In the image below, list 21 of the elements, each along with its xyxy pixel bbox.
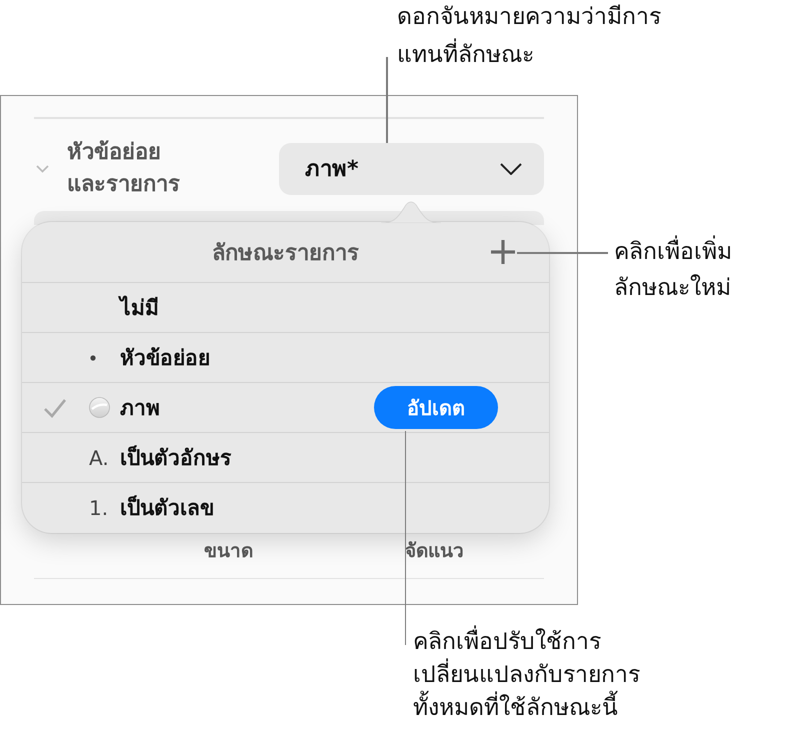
plus-icon <box>490 239 516 265</box>
callout-text: คลิกเพื่อเพิ่ม ลักษณะใหม่ <box>614 234 732 306</box>
list-style-option[interactable]: A. เป็นตัวอักษร <box>22 432 549 482</box>
popover-title: ลักษณะรายการ <box>212 240 359 268</box>
callout-text: คลิกเพื่อปรับใช้การ เปลี่ยนแปลงกับรายการ ทั้งหมดที่ใช้ลักษณะนี้ <box>413 626 640 725</box>
list-style-option[interactable]: ไม่มี <box>22 282 549 332</box>
list-marker: A. <box>89 446 109 470</box>
update-button[interactable]: อัปเดต <box>374 386 498 429</box>
list-marker: 1. <box>89 496 108 520</box>
bullet-dot-icon <box>90 354 96 360</box>
tab-label[interactable]: ขนาด <box>204 538 253 564</box>
add-style-button[interactable] <box>490 239 516 265</box>
style-dropdown[interactable]: ภาพ* <box>279 142 544 194</box>
disc-icon <box>89 397 110 418</box>
tab-label[interactable]: จัดแนว <box>405 538 464 564</box>
section-heading: หัวข้อย่อย และรายการ <box>67 138 180 198</box>
list-style-option[interactable]: ภาพ อัปเดต <box>22 382 549 432</box>
list-style-option[interactable]: 1. เป็นตัวเลข <box>22 482 549 532</box>
list-style-option[interactable]: หัวข้อย่อย <box>22 332 549 382</box>
chevron-down-icon <box>500 162 522 174</box>
callout-text: ดอกจันหมายความว่ามีการ แทนที่ลักษณะ <box>397 3 661 70</box>
